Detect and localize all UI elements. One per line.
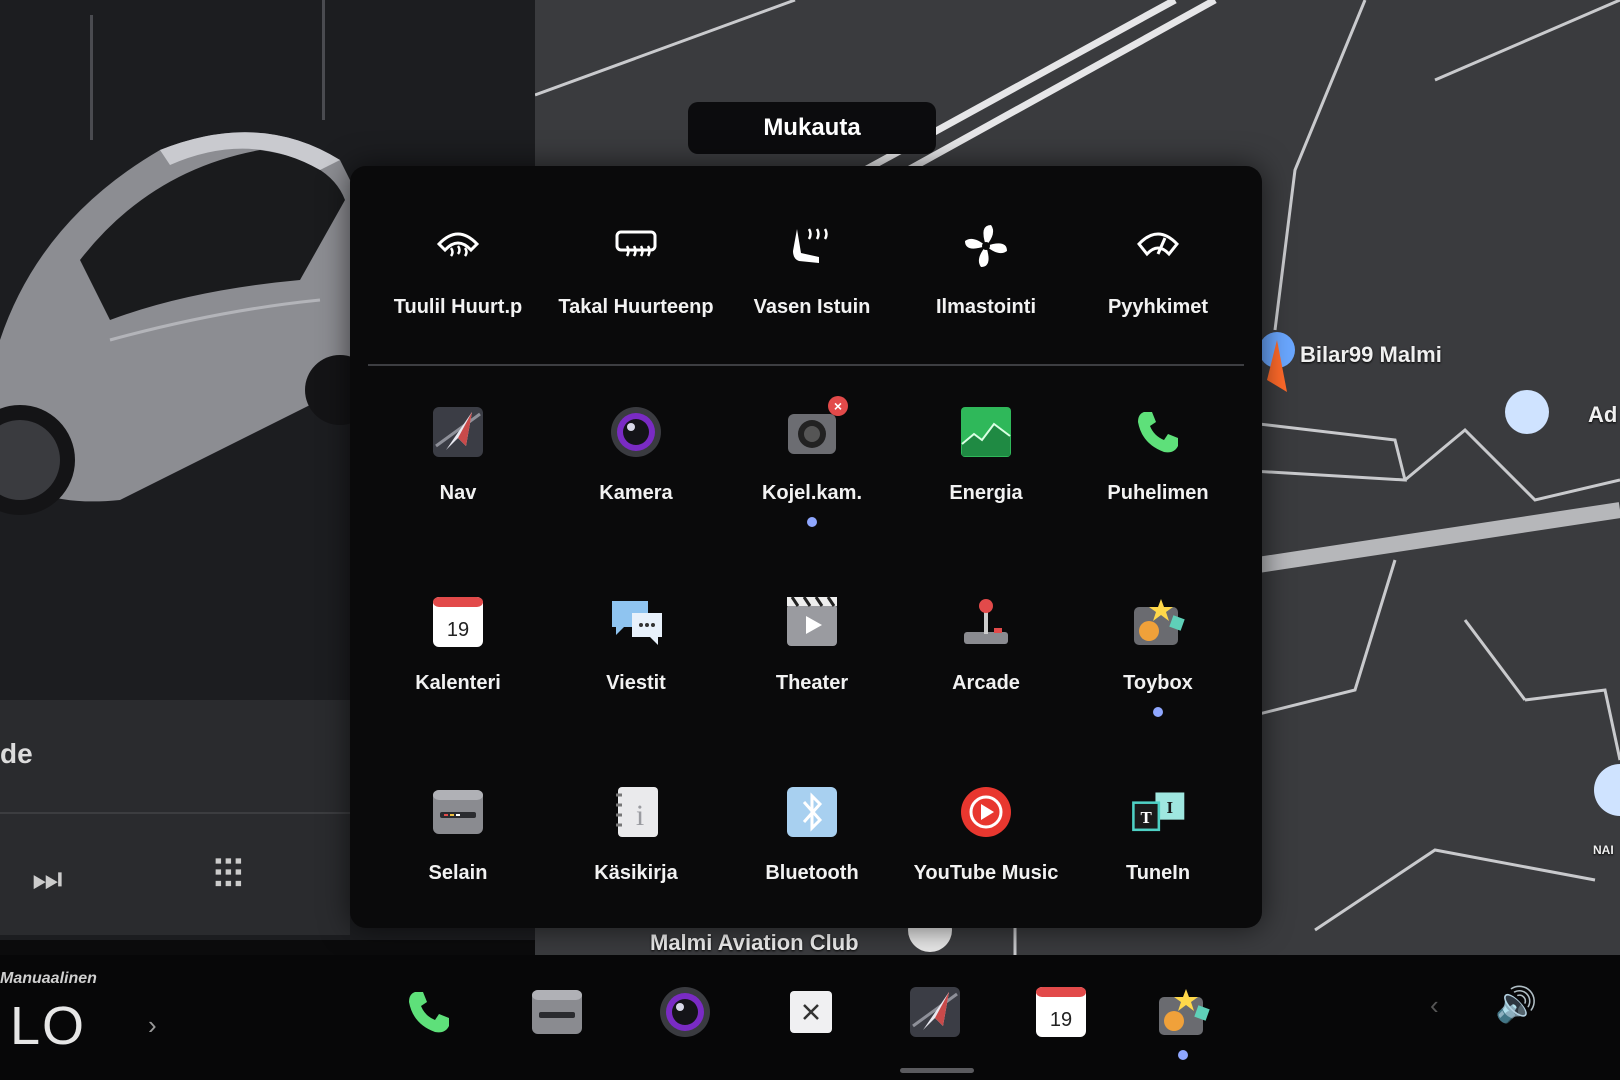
tile-messages[interactable]: Viestit [546, 594, 726, 734]
youtube-music-icon [958, 784, 1014, 840]
tile-label: Viestit [606, 672, 666, 694]
svg-text:i: i [636, 799, 644, 832]
tile-arcade[interactable]: Arcade [896, 594, 1076, 734]
bluetooth-icon [784, 784, 840, 840]
svg-text:T: T [1140, 808, 1152, 827]
dock-browser-icon[interactable] [530, 985, 584, 1039]
tile-label: Arcade [952, 672, 1020, 694]
new-indicator-dot [807, 517, 817, 527]
grid-divider [368, 364, 1244, 366]
dock-remove-slot-icon[interactable] [784, 985, 838, 1039]
dock-phone-icon[interactable] [402, 985, 456, 1039]
svg-text:I: I [1167, 798, 1174, 817]
nav-icon [430, 404, 486, 460]
map-poi-label[interactable]: NAI [1593, 843, 1614, 857]
close-badge-icon[interactable]: × [828, 396, 848, 416]
tile-theater[interactable]: Theater [722, 594, 902, 734]
equalizer-button[interactable]: ⫶⫶⫶ [213, 853, 243, 898]
tile-label: Kojel.kam. [761, 482, 863, 504]
dashcam-icon: × [784, 396, 848, 460]
windshield-defrost-icon [430, 218, 486, 274]
map-poi-label[interactable]: Malmi Aviation Club [650, 930, 859, 955]
browser-icon [430, 784, 486, 840]
tile-label: Ilmastointi [935, 296, 1036, 318]
dock-calendar-icon[interactable]: 19 [1034, 985, 1088, 1039]
dock-toybox-icon[interactable] [1156, 985, 1210, 1039]
tile-rear-defrost[interactable]: Takal Huurteenp [546, 218, 726, 358]
tile-label: Tuulil Huurt.p [393, 296, 523, 318]
next-track-button[interactable]: ⏭ [32, 860, 63, 899]
media-player [0, 700, 350, 935]
tile-seat-heater[interactable]: Vasen Istuin [722, 218, 902, 358]
tile-phone[interactable]: Puhelimen [1068, 404, 1248, 544]
dock-calendar-day: 19 [1050, 1009, 1072, 1031]
tile-label: Theater [775, 672, 849, 694]
phone-icon [1130, 404, 1186, 460]
tile-label: Puhelimen [1107, 482, 1209, 504]
toybox-icon [1130, 594, 1186, 650]
calendar-icon: 19 [430, 594, 486, 650]
tile-camera[interactable]: Kamera [546, 404, 726, 544]
tile-label: TuneIn [1125, 862, 1191, 884]
messages-icon [608, 594, 664, 650]
rear-defrost-icon [608, 218, 664, 274]
tile-label: Bluetooth [765, 862, 859, 884]
tunein-icon: IT [1130, 784, 1186, 840]
fan-icon [958, 218, 1014, 274]
tile-dashcam[interactable]: × Kojel.kam. [722, 396, 902, 544]
tile-label: Energia [949, 482, 1023, 504]
dock-camera-icon[interactable] [658, 985, 712, 1039]
tile-windshield-defrost[interactable]: Tuulil Huurt.p [368, 218, 548, 358]
wiper-icon [1130, 218, 1186, 274]
arcade-icon [958, 594, 1014, 650]
tile-calendar[interactable]: 19 Kalenteri [368, 594, 548, 734]
tile-label: YouTube Music [913, 862, 1059, 884]
map-poi-label[interactable]: Bilar99 Malmi [1300, 342, 1442, 368]
customize-title: Mukauta [688, 102, 936, 154]
media-divider [0, 812, 350, 814]
tile-label: Käsikirja [594, 862, 678, 884]
tile-label: Takal Huurteenp [558, 296, 714, 318]
tile-fan[interactable]: Ilmastointi [896, 218, 1076, 358]
energy-icon [958, 404, 1014, 460]
tile-youtube-music[interactable]: YouTube Music [896, 784, 1076, 924]
tile-manual[interactable]: i Käsikirja [546, 784, 726, 924]
tile-label: Pyyhkimet [1107, 296, 1209, 318]
tile-browser[interactable]: Selain [368, 784, 548, 924]
tile-label: Selain [428, 862, 488, 884]
tile-label: Kalenteri [415, 672, 501, 694]
tile-bluetooth[interactable]: Bluetooth [722, 784, 902, 924]
calendar-day: 19 [447, 619, 469, 641]
theater-icon [784, 594, 840, 650]
temperature-display[interactable]: LO [10, 995, 86, 1057]
media-title[interactable]: de [0, 738, 33, 770]
map-poi-label[interactable]: Ad [1588, 402, 1617, 428]
tile-wipers[interactable]: Pyyhkimet [1068, 218, 1248, 358]
tile-label: Vasen Istuin [753, 296, 871, 318]
new-indicator-dot [1153, 707, 1163, 717]
manual-icon: i [608, 784, 664, 840]
camera-icon [608, 404, 664, 460]
tile-toybox[interactable]: Toybox [1068, 594, 1248, 734]
dock-nav-icon[interactable] [908, 985, 962, 1039]
tile-tunein[interactable]: IT TuneIn [1068, 784, 1248, 924]
dock-handle[interactable] [900, 1068, 974, 1073]
tile-label: Kamera [599, 482, 673, 504]
chevron-right-icon[interactable]: › [148, 1010, 157, 1041]
climate-mode-label: Manuaalinen [0, 970, 97, 987]
volume-icon[interactable]: 🔊 [1495, 985, 1537, 1025]
tile-energy[interactable]: Energia [896, 404, 1076, 544]
chevron-left-icon[interactable]: ‹ [1430, 990, 1439, 1021]
tile-label: Toybox [1123, 672, 1193, 694]
tile-nav[interactable]: Nav [368, 404, 548, 544]
tile-label: Nav [439, 482, 477, 504]
dock-active-indicator [1178, 1050, 1188, 1060]
seat-heater-icon [784, 218, 840, 274]
